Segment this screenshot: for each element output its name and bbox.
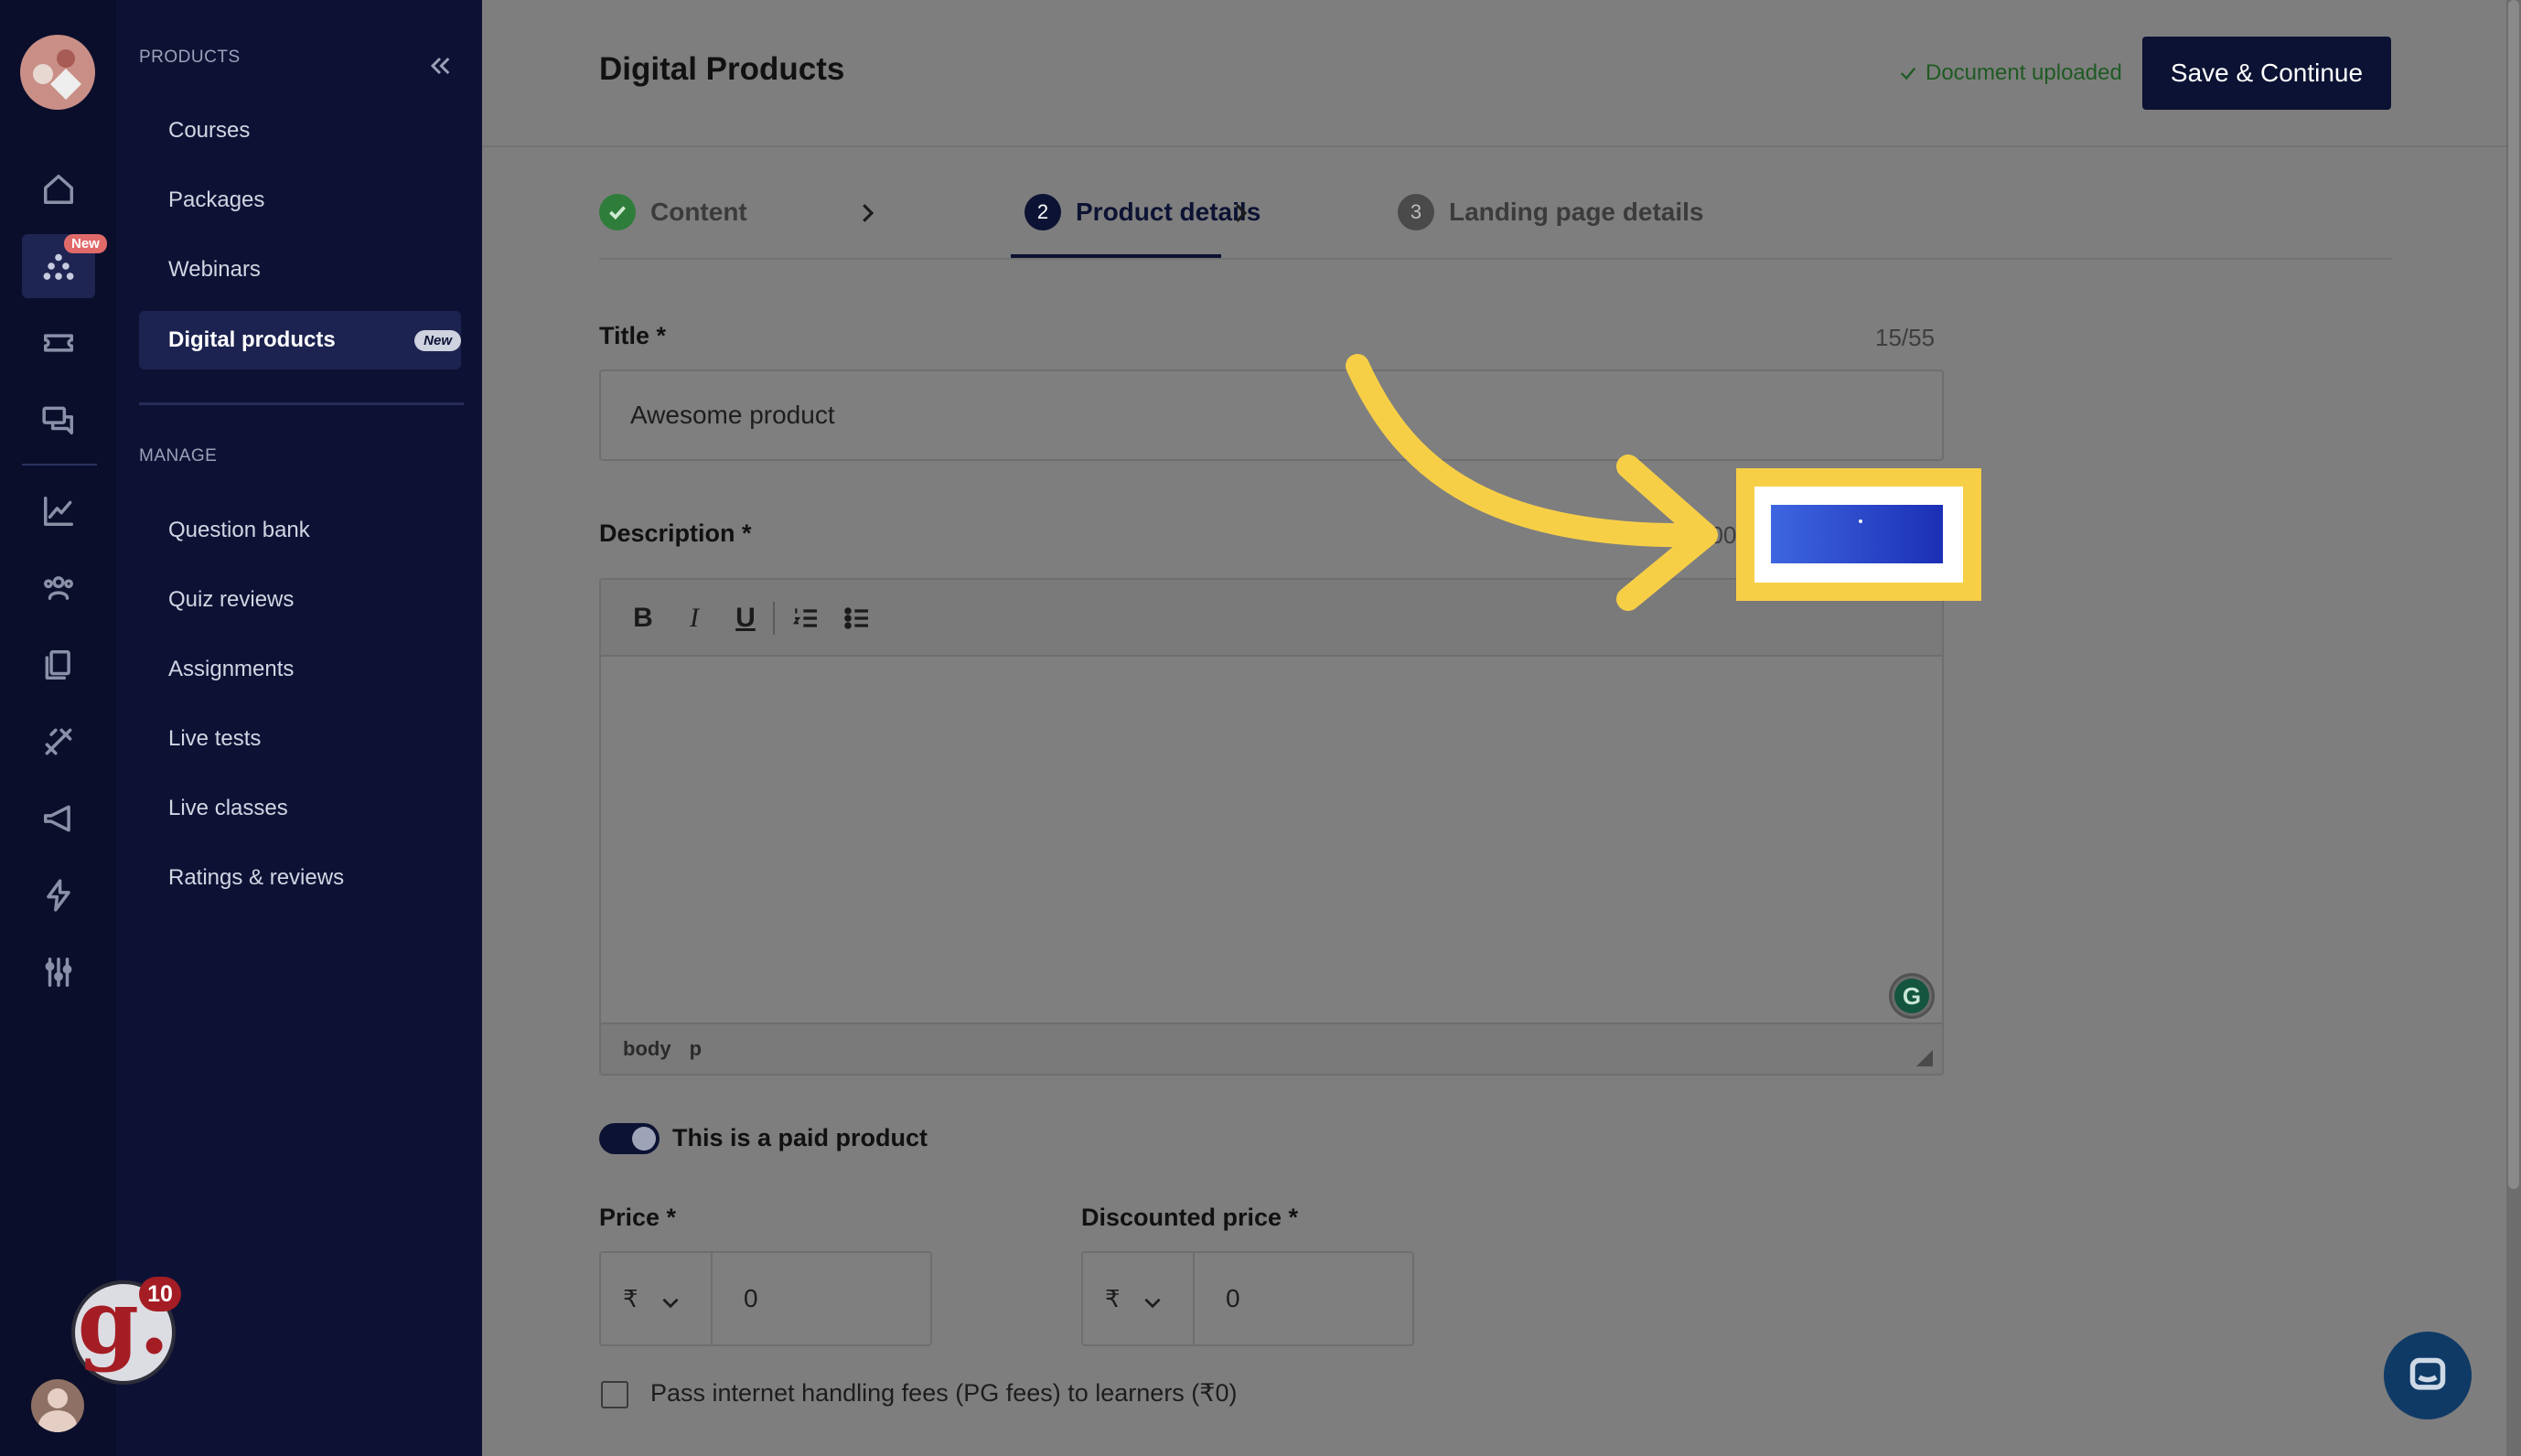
- cursor-dot: [1859, 519, 1862, 523]
- bold-icon[interactable]: B: [623, 598, 663, 638]
- annotation-arrow-icon: [1346, 354, 1718, 611]
- description-label: Description *: [599, 519, 752, 547]
- sidebar-item-assignments[interactable]: Assignments: [139, 640, 461, 699]
- sidebar-item-packages[interactable]: Packages: [139, 171, 461, 230]
- step-landing-page-details[interactable]: 3 Landing page details: [1398, 194, 1703, 230]
- grammarly-icon[interactable]: G: [1889, 973, 1935, 1019]
- manage-heading: MANAGE: [139, 446, 218, 466]
- toolbar-separator: [773, 602, 775, 635]
- step-content[interactable]: Content: [599, 194, 747, 230]
- scrollbar-thumb[interactable]: [2508, 0, 2519, 1189]
- new-badge: New: [414, 329, 461, 351]
- header-bar: Digital Products Document uploaded Save …: [482, 0, 2521, 147]
- check-circle-icon: [599, 194, 636, 230]
- price-currency-select[interactable]: ₹: [601, 1253, 713, 1344]
- paid-product-label: This is a paid product: [672, 1124, 928, 1151]
- check-icon: [1900, 67, 1916, 80]
- price-field: ₹: [599, 1251, 932, 1346]
- title-input[interactable]: [599, 369, 1944, 461]
- analytics-icon[interactable]: [22, 479, 95, 543]
- support-chat-button[interactable]: [2384, 1332, 2472, 1419]
- sidebar-item-live-classes[interactable]: Live classes: [139, 779, 461, 838]
- settings-sliders-icon[interactable]: [22, 940, 95, 1004]
- price-label: Price *: [599, 1204, 677, 1231]
- chat-icon[interactable]: [22, 388, 95, 452]
- users-icon[interactable]: [22, 556, 95, 620]
- editor-statusbar: body p: [601, 1022, 1942, 1074]
- price-input[interactable]: [713, 1253, 932, 1344]
- documents-icon[interactable]: [22, 633, 95, 697]
- resize-grip-icon[interactable]: [1916, 1050, 1933, 1066]
- underline-icon[interactable]: U: [725, 598, 766, 638]
- chevron-down-icon: [1144, 1298, 1161, 1309]
- sidebar-item-courses[interactable]: Courses: [139, 102, 461, 160]
- design-icon[interactable]: [22, 710, 95, 774]
- bullet-list-icon[interactable]: [837, 598, 877, 638]
- italic-icon[interactable]: I: [674, 598, 714, 638]
- sidebar-divider: [139, 402, 464, 405]
- main-content: Digital Products Document uploaded Save …: [482, 0, 2521, 1456]
- products-heading: PRODUCTS: [139, 48, 241, 67]
- megaphone-icon[interactable]: [22, 787, 95, 851]
- save-continue-button[interactable]: Save & Continue: [2142, 37, 2391, 110]
- page-title: Digital Products: [599, 51, 845, 87]
- collapse-sidebar-icon[interactable]: [425, 51, 462, 80]
- stepper: Content 2 Product details 3 Landing page…: [599, 183, 2392, 260]
- user-avatar[interactable]: [31, 1379, 84, 1432]
- chevron-right-icon: [853, 199, 881, 227]
- paid-product-toggle[interactable]: [599, 1123, 660, 1154]
- discount-currency-select[interactable]: ₹: [1083, 1253, 1195, 1344]
- discounted-price-field: ₹: [1081, 1251, 1414, 1346]
- active-step-underline: [1011, 254, 1221, 258]
- rail-divider: [22, 464, 97, 466]
- discounted-price-label: Discounted price *: [1081, 1204, 1299, 1231]
- sidebar-item-digital-products[interactable]: Digital products New: [139, 311, 461, 369]
- lightning-icon[interactable]: [22, 863, 95, 927]
- sidebar-item-webinars[interactable]: Webinars: [139, 241, 461, 299]
- sidebar-item-quiz-reviews[interactable]: Quiz reviews: [139, 571, 461, 629]
- pg-fees-checkbox[interactable]: [601, 1381, 628, 1408]
- title-label: Title *: [599, 322, 667, 349]
- sidebar-item-ratings-reviews[interactable]: Ratings & reviews: [139, 849, 461, 907]
- title-char-counter: 15/55: [1875, 324, 1936, 351]
- description-editor[interactable]: B I U body p: [599, 578, 1944, 1076]
- sidebar-item-question-bank[interactable]: Question bank: [139, 501, 461, 560]
- chat-bubble-icon: [2409, 1357, 2446, 1390]
- notification-count-badge: 10: [139, 1277, 181, 1311]
- home-icon[interactable]: [22, 157, 95, 221]
- brand-logo[interactable]: [20, 35, 95, 110]
- discounted-price-input[interactable]: [1195, 1253, 1414, 1344]
- chevron-right-icon: [1227, 199, 1254, 227]
- sidebar-item-live-tests[interactable]: Live tests: [139, 710, 461, 768]
- ticket-icon[interactable]: [22, 311, 95, 375]
- upload-status: Document uploaded: [1898, 60, 2122, 86]
- step-product-details[interactable]: 2 Product details: [1024, 194, 1260, 230]
- pg-fees-label: Pass internet handling fees (PG fees) to…: [650, 1379, 1238, 1407]
- products-sidebar: PRODUCTS Courses Packages Webinars Digit…: [116, 0, 482, 1456]
- chevron-down-icon: [662, 1298, 679, 1309]
- ordered-list-icon[interactable]: [786, 598, 826, 638]
- new-badge: New: [64, 234, 107, 253]
- icon-rail: New: [0, 0, 116, 1456]
- highlighted-button[interactable]: [1771, 505, 1943, 563]
